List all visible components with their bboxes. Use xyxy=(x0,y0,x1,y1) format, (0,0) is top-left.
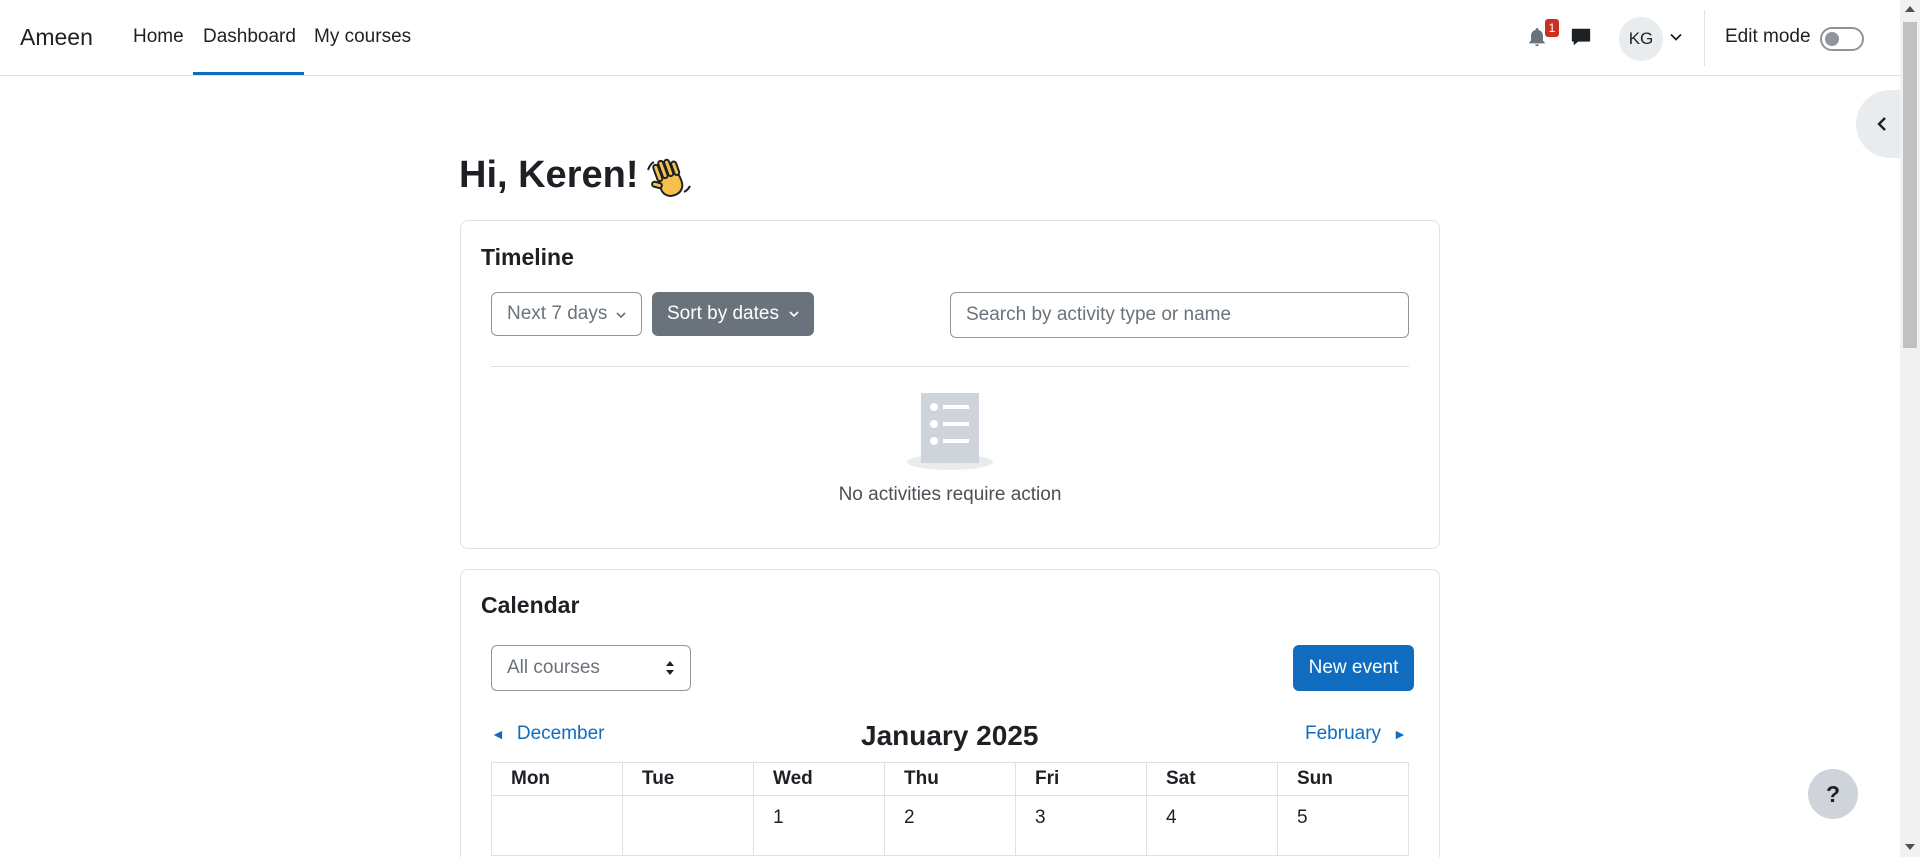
new-event-button[interactable]: New event xyxy=(1293,645,1414,691)
sort-label: Sort by dates xyxy=(667,303,779,324)
list-document-icon xyxy=(907,393,993,470)
edit-mode-label: Edit mode xyxy=(1725,26,1811,47)
calendar-day-cell[interactable]: 5 xyxy=(1277,795,1409,856)
timeline-title: Timeline xyxy=(481,244,574,270)
calendar-grid: Mon Tue Wed Thu Fri Sat Sun 1 2 3 4 5 xyxy=(491,762,1409,856)
chevron-left-icon xyxy=(1877,117,1886,131)
calendar-day-cell xyxy=(622,795,754,856)
calendar-day-cell[interactable]: 3 xyxy=(1015,795,1147,856)
empty-state-message: No activities require action xyxy=(838,484,1062,505)
timeline-search-input[interactable] xyxy=(950,292,1409,338)
course-filter-value: All courses xyxy=(507,657,600,678)
weekday-header: Sun xyxy=(1277,762,1409,796)
calendar-title: Calendar xyxy=(481,592,580,618)
timeline-block: Timeline Next 7 days Sort by dates No ac… xyxy=(460,220,1440,549)
select-arrows-icon xyxy=(666,661,674,675)
calendar-block: Calendar All courses New event ◄ December… xyxy=(460,569,1440,857)
arrow-right-icon: ► xyxy=(1393,726,1407,742)
weekday-header: Wed xyxy=(753,762,885,796)
chevron-down-icon xyxy=(789,311,799,318)
timeline-range-label: Next 7 days xyxy=(507,303,608,324)
waving-hand-icon xyxy=(647,158,691,197)
help-button[interactable]: ? xyxy=(1808,769,1858,819)
scroll-down-arrow[interactable] xyxy=(1905,844,1915,850)
edit-mode-toggle[interactable] xyxy=(1820,27,1864,51)
prev-month-link[interactable]: ◄ December xyxy=(491,723,605,745)
page-scrollbar[interactable] xyxy=(1900,0,1920,857)
weekday-header-row: Mon Tue Wed Thu Fri Sat Sun xyxy=(491,762,1409,796)
current-month-heading: January 2025 xyxy=(861,720,1039,751)
active-nav-indicator xyxy=(193,72,304,75)
arrow-left-icon: ◄ xyxy=(491,726,505,742)
calendar-day-cell[interactable]: 1 xyxy=(753,795,885,856)
next-month-link[interactable]: February ► xyxy=(1305,723,1407,745)
navbar-divider xyxy=(1704,10,1705,66)
sort-by-dates-dropdown[interactable]: Sort by dates xyxy=(652,292,814,336)
weekday-header: Fri xyxy=(1015,762,1147,796)
calendar-week-row: 1 2 3 4 5 xyxy=(491,795,1409,856)
toggle-knob xyxy=(1825,32,1839,46)
nav-home-link[interactable]: Home xyxy=(133,26,184,48)
calendar-day-cell[interactable]: 2 xyxy=(884,795,1016,856)
nav-my-courses-link[interactable]: My courses xyxy=(314,26,411,48)
calendar-day-cell xyxy=(491,795,623,856)
scroll-up-arrow[interactable] xyxy=(1905,6,1915,12)
timeline-range-dropdown[interactable]: Next 7 days xyxy=(491,292,642,336)
chat-bubble-icon[interactable] xyxy=(1570,26,1592,48)
page-greeting: Hi, Keren! xyxy=(459,154,639,196)
timeline-divider xyxy=(491,366,1409,367)
next-month-label: February xyxy=(1305,723,1382,744)
calendar-day-cell[interactable]: 4 xyxy=(1146,795,1278,856)
course-filter-select[interactable]: All courses xyxy=(491,645,691,691)
weekday-header: Thu xyxy=(884,762,1016,796)
chevron-down-icon xyxy=(616,312,626,319)
site-brand[interactable]: Ameen xyxy=(20,24,93,51)
weekday-header: Sat xyxy=(1146,762,1278,796)
chevron-down-icon[interactable] xyxy=(1669,30,1683,44)
top-navbar: Ameen Home Dashboard My courses 1 KG Edi… xyxy=(0,0,1900,76)
scrollbar-thumb[interactable] xyxy=(1903,22,1917,348)
weekday-header: Tue xyxy=(622,762,754,796)
user-avatar[interactable]: KG xyxy=(1619,17,1663,61)
weekday-header: Mon xyxy=(491,762,623,796)
prev-month-label: December xyxy=(516,723,605,744)
nav-dashboard-link[interactable]: Dashboard xyxy=(203,26,296,48)
notification-count-badge: 1 xyxy=(1545,19,1559,37)
